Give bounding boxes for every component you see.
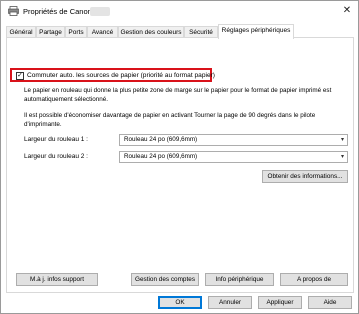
device-settings-panel: ✓ Commuter auto. les sources de papier (…: [6, 37, 354, 293]
description-rotate-page: Il est possible d'économiser davantage d…: [24, 112, 316, 128]
auto-switch-highlight: ✓ Commuter auto. les sources de papier (…: [10, 68, 215, 82]
auto-switch-label[interactable]: Commuter auto. les sources de papier (pr…: [27, 72, 215, 79]
description-roll-selection: Le papier en rouleau qui donne la plus p…: [24, 87, 332, 103]
title-bar: Propriétés de Canon ✕: [1, 1, 358, 23]
roll1-width-value: Rouleau 24 po (609,6mm): [124, 136, 198, 143]
about-button[interactable]: A propos de: [280, 273, 348, 286]
auto-switch-checkbox[interactable]: ✓: [16, 72, 24, 80]
close-icon[interactable]: ✕: [341, 5, 353, 17]
printer-properties-window: Propriétés de Canon ✕ Général Partage Po…: [0, 0, 359, 314]
account-management-button[interactable]: Gestion des comptes: [131, 273, 199, 286]
roll1-width-label: Largeur du rouleau 1 :: [24, 136, 88, 143]
help-button[interactable]: Aide: [308, 296, 352, 309]
chevron-down-icon: ▾: [340, 154, 344, 160]
apply-button[interactable]: Appliquer: [258, 296, 302, 309]
update-support-info-button[interactable]: M.à j. infos support: [16, 273, 98, 286]
printer-icon: [8, 6, 19, 16]
tab-device-settings[interactable]: Réglages périphériques: [218, 24, 294, 39]
tab-strip: Général Partage Ports Avancé Gestion des…: [6, 24, 356, 39]
roll2-width-value: Rouleau 24 po (609,6mm): [124, 153, 198, 160]
get-information-button[interactable]: Obtenir des informations...: [262, 170, 348, 183]
window-title: Propriétés de Canon: [23, 7, 92, 16]
roll2-width-select[interactable]: Rouleau 24 po (609,6mm) ▾: [119, 151, 348, 163]
roll1-width-select[interactable]: Rouleau 24 po (609,6mm) ▾: [119, 134, 348, 146]
cancel-button[interactable]: Annuler: [208, 296, 252, 309]
ok-button[interactable]: OK: [158, 296, 202, 309]
roll2-width-label: Largeur du rouleau 2 :: [24, 153, 88, 160]
redacted-printer-name: [90, 7, 110, 16]
chevron-down-icon: ▾: [340, 137, 344, 143]
device-info-button[interactable]: Info périphérique: [205, 273, 274, 286]
